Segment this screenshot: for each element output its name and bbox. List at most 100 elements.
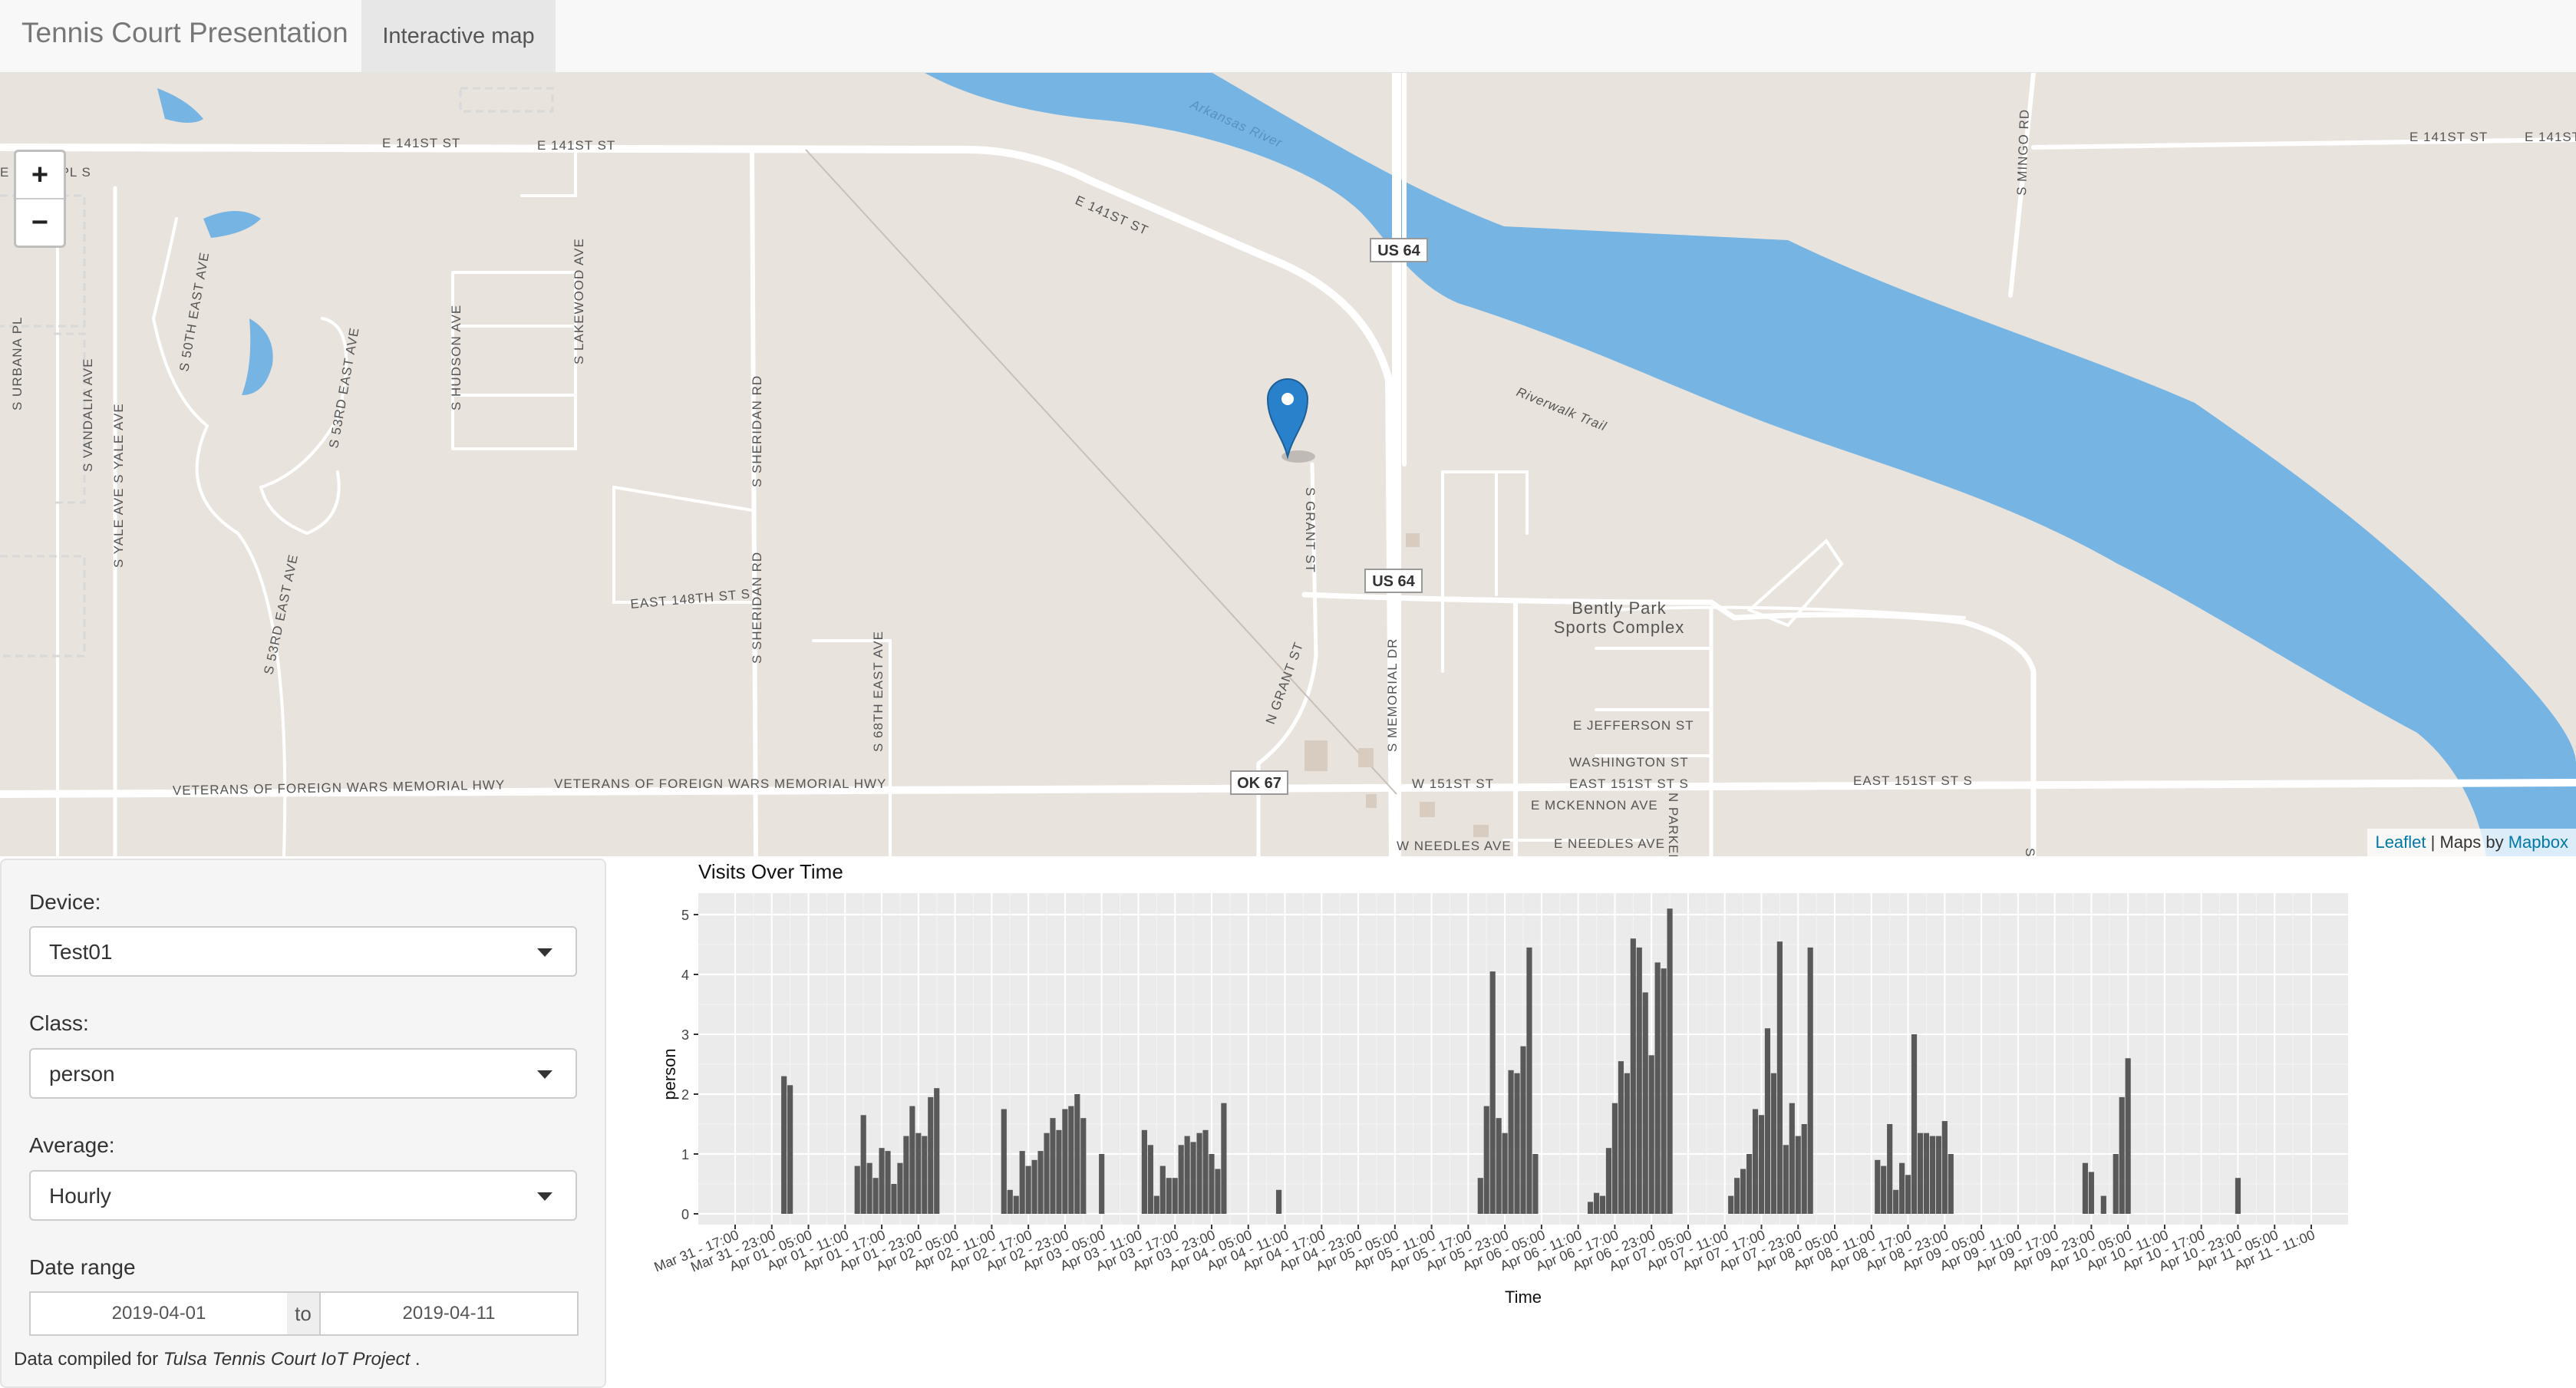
leaflet-link[interactable]: Leaflet	[2375, 832, 2426, 852]
chart-bar	[1025, 1165, 1031, 1214]
y-tick-label: 3	[681, 1027, 689, 1043]
chart-bar	[1520, 1046, 1526, 1214]
caret-down-icon	[537, 1070, 552, 1079]
map-label-e151st-right: EAST 151ST ST S	[1853, 773, 1973, 788]
chart-bar	[1056, 1129, 1062, 1214]
chart-bar	[1172, 1178, 1178, 1214]
zoom-out-button[interactable]: −	[16, 199, 64, 246]
y-axis-label: person	[660, 1048, 679, 1100]
attribution-separator: | Maps by	[2426, 832, 2508, 852]
map-label-e141st-right1: E 141ST ST	[2409, 130, 2488, 144]
chart-bar	[1166, 1178, 1172, 1214]
y-tick-label: 2	[681, 1087, 689, 1103]
chart-bar	[1496, 1118, 1502, 1214]
device-label: Device:	[29, 890, 101, 914]
chart-bar	[897, 1162, 903, 1214]
chart-bar	[1526, 947, 1532, 1214]
chart-bar	[1642, 992, 1648, 1214]
chart-bar	[1147, 1145, 1153, 1214]
map-label-mckennon: E MCKENNON AVE	[1531, 798, 1658, 813]
chart-bar	[1648, 1055, 1654, 1214]
map-label-sheridan-1: S SHERIDAN RD	[750, 375, 764, 487]
zoom-in-button[interactable]: +	[16, 152, 64, 199]
map-label-53rd-b: S 53RD EAST AVE	[261, 552, 301, 675]
device-select[interactable]: Test01	[29, 926, 577, 977]
chart-bar	[1074, 1094, 1080, 1214]
chart-bar	[1508, 1070, 1514, 1214]
ok67-shield: OK 67	[1237, 775, 1281, 792]
location-marker-icon[interactable]	[1266, 378, 1315, 463]
chart-bar	[2125, 1058, 2131, 1214]
chart-bar	[1502, 1132, 1508, 1214]
chart-bar	[915, 1132, 922, 1214]
y-tick-label: 0	[681, 1207, 689, 1222]
chart-bar	[2088, 1172, 2094, 1214]
map-label-yale: S YALE AVE S YALE AVE	[111, 403, 126, 568]
chart-bar	[854, 1165, 860, 1214]
chart-bar	[922, 1136, 928, 1214]
class-value: person	[49, 1062, 115, 1086]
chart-bar	[1013, 1195, 1019, 1214]
chart-bar	[885, 1151, 891, 1214]
chart-bar	[1667, 908, 1673, 1214]
map-label-lakewood: S LAKEWOOD AVE	[572, 238, 586, 364]
chart-bar	[866, 1162, 872, 1214]
app-title[interactable]: Tennis Court Presentation	[21, 17, 348, 49]
chart-bar	[1477, 1178, 1483, 1214]
class-select[interactable]: person	[29, 1048, 577, 1099]
map-label-e141st-right2: E 141ST ST	[2525, 130, 2576, 144]
start-date-input[interactable]: 2019-04-01	[29, 1291, 289, 1336]
map-label-hudson: S HUDSON AVE	[449, 305, 463, 410]
average-select[interactable]: Hourly	[29, 1170, 577, 1221]
map-label-parker: N PARKER S	[1666, 793, 1681, 856]
map-attribution: Leaflet | Maps by Mapbox	[2367, 829, 2576, 856]
chart-bar	[1929, 1136, 1935, 1214]
map-label-50th: S 50TH EAST AVE	[176, 251, 212, 373]
chart-bar	[1275, 1189, 1282, 1214]
chart-bar	[1153, 1195, 1159, 1214]
chart-bar	[1141, 1129, 1147, 1214]
average-value: Hourly	[49, 1184, 111, 1208]
chart-bar	[1489, 971, 1496, 1214]
chart-bar	[1190, 1142, 1196, 1214]
interactive-map[interactable]: US 64 US 64 OK 67 E 141ST ST E 141ST ST …	[0, 73, 2576, 856]
chart-bar	[1917, 1132, 1924, 1214]
device-value: Test01	[49, 940, 113, 964]
chart-bar	[1202, 1129, 1209, 1214]
map-label-148th: EAST 148TH ST S	[630, 586, 751, 612]
map-label-e151st: EAST 151ST ST S	[1569, 776, 1689, 791]
y-tick-label: 5	[681, 908, 689, 923]
chart-bar	[2100, 1195, 2106, 1214]
chart-bar	[1587, 1202, 1594, 1214]
mapbox-link[interactable]: Mapbox	[2508, 832, 2568, 852]
zoom-control: + −	[14, 150, 66, 248]
map-label-mingo-bottom: S MINGO	[2023, 848, 2037, 856]
chart-bar	[1618, 1061, 1624, 1214]
map-label-riverwalk: Riverwalk Trail	[1515, 384, 1609, 434]
chart-bar	[928, 1096, 934, 1214]
map-label-washington: WASHINGTON ST	[1569, 755, 1689, 770]
chart-bar	[1899, 1162, 1905, 1214]
y-tick-label: 4	[681, 968, 689, 983]
chart-bar	[1795, 1136, 1801, 1214]
map-label-vfw-2: VETERANS OF FOREIGN WARS MEMORIAL HWY	[554, 776, 886, 791]
chart-bar	[1887, 1124, 1893, 1214]
chart-bar	[1178, 1145, 1184, 1214]
chart-bar	[1221, 1103, 1227, 1214]
chart-bar	[1050, 1118, 1056, 1214]
chart-bar	[1789, 1103, 1795, 1214]
date-range-label: Date range	[29, 1255, 136, 1279]
chart-bar	[1514, 1073, 1520, 1214]
data-credit-note: Data compiled for Tulsa Tennis Court IoT…	[14, 1349, 421, 1370]
map-label-w151st: W 151ST ST	[1412, 776, 1494, 791]
tab-interactive-map[interactable]: Interactive map	[361, 0, 556, 72]
chart-bar	[2113, 1154, 2119, 1214]
chart-bar	[1209, 1154, 1215, 1214]
chart-bar	[909, 1106, 915, 1214]
us64-shield-a: US 64	[1377, 242, 1420, 259]
chart-bar	[1740, 1169, 1746, 1214]
chart-bar	[1801, 1124, 1807, 1214]
map-label-e141st-2: E 141ST ST	[537, 138, 615, 153]
chart-bar	[1031, 1159, 1037, 1214]
end-date-input[interactable]: 2019-04-11	[319, 1291, 579, 1336]
